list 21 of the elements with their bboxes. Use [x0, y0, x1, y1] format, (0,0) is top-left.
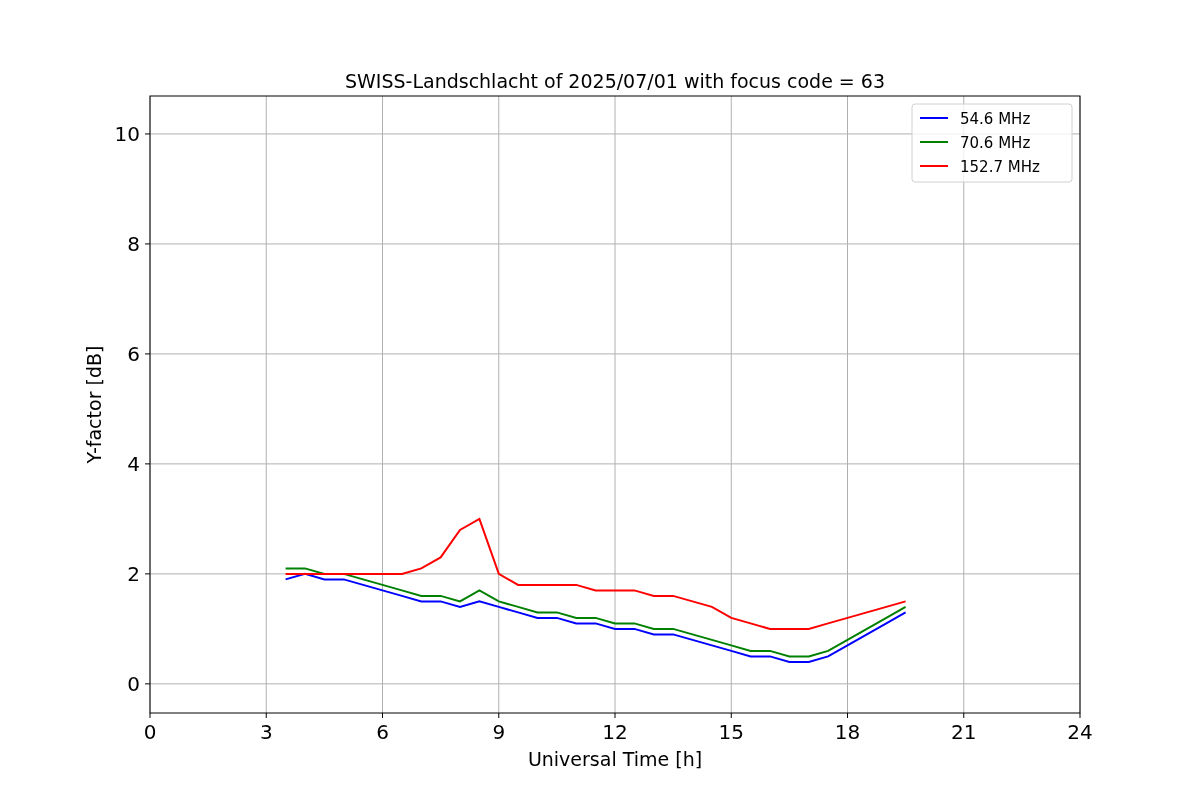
x-tick-label: 24 — [1067, 720, 1093, 744]
y-axis-label: Y-factor [dB] — [83, 345, 105, 464]
chart-title: SWISS-Landschlacht of 2025/07/01 with focus code = 63 — [345, 70, 885, 92]
legend-label: 152.7 MHz — [960, 158, 1040, 176]
y-tick-label: 2 — [127, 561, 140, 586]
x-tick-label: 3 — [259, 720, 273, 744]
x-tick-label: 0 — [143, 720, 157, 744]
y-tick-label: 6 — [127, 341, 140, 366]
x-tick-label: 18 — [834, 720, 861, 744]
x-tick-label: 15 — [718, 720, 744, 744]
y-tick-label: 8 — [127, 231, 140, 256]
legend-label: 70.6 MHz — [960, 134, 1031, 152]
y-tick-label: 10 — [114, 121, 140, 146]
x-tick-label: 21 — [951, 720, 977, 744]
x-tick-label: 12 — [602, 720, 628, 744]
legend-label: 54.6 MHz — [960, 110, 1031, 128]
y-tick-label: 0 — [127, 671, 140, 696]
x-axis-label: Universal Time [h] — [527, 748, 703, 770]
x-tick-label: 9 — [492, 720, 506, 744]
x-tick-label: 6 — [376, 720, 389, 744]
y-tick-label: 4 — [127, 451, 140, 476]
